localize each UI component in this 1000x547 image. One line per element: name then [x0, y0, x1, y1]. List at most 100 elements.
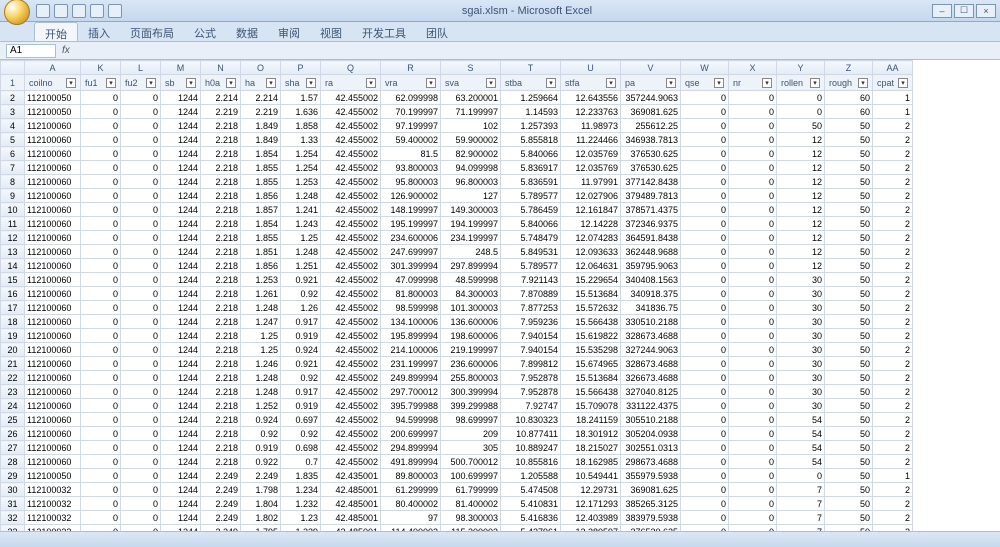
- filter-vra[interactable]: vra▾: [381, 75, 441, 91]
- cell[interactable]: 247.699997: [381, 245, 441, 259]
- cell[interactable]: 30: [777, 301, 825, 315]
- cell[interactable]: 42.455002: [321, 147, 381, 161]
- cell[interactable]: 42.455002: [321, 273, 381, 287]
- cell[interactable]: 0: [121, 133, 161, 147]
- cell[interactable]: 0: [729, 119, 777, 133]
- cell[interactable]: 1244: [161, 469, 201, 483]
- col-header-S[interactable]: S: [441, 61, 501, 75]
- cell[interactable]: 12: [777, 175, 825, 189]
- cell[interactable]: 0: [121, 357, 161, 371]
- cell[interactable]: 42.455002: [321, 231, 381, 245]
- filter-fu2[interactable]: fu2▾: [121, 75, 161, 91]
- cell[interactable]: 0: [81, 301, 121, 315]
- cell[interactable]: 0: [729, 413, 777, 427]
- cell[interactable]: 2: [873, 427, 913, 441]
- row-header[interactable]: 12: [1, 231, 25, 245]
- cell[interactable]: 395.799988: [381, 399, 441, 413]
- cell[interactable]: 1244: [161, 441, 201, 455]
- cell[interactable]: 50: [825, 301, 873, 315]
- cell[interactable]: 0: [729, 469, 777, 483]
- cell[interactable]: 30: [777, 385, 825, 399]
- cell[interactable]: 50: [825, 175, 873, 189]
- filter-qse[interactable]: qse▾: [681, 75, 729, 91]
- cell[interactable]: 2.214: [201, 91, 241, 105]
- cell[interactable]: 2.218: [201, 427, 241, 441]
- col-header-A[interactable]: A: [25, 61, 81, 75]
- cell[interactable]: 0: [681, 455, 729, 469]
- cell[interactable]: 0: [121, 343, 161, 357]
- cell[interactable]: 42.455002: [321, 329, 381, 343]
- cell[interactable]: 0: [681, 483, 729, 497]
- cell[interactable]: 1244: [161, 217, 201, 231]
- cell[interactable]: 1244: [161, 399, 201, 413]
- cell[interactable]: 2.218: [201, 231, 241, 245]
- cell[interactable]: 0.919: [281, 399, 321, 413]
- cell[interactable]: 98.300003: [441, 511, 501, 525]
- cell[interactable]: 195.899994: [381, 329, 441, 343]
- cell[interactable]: 50: [825, 343, 873, 357]
- cell[interactable]: 0: [681, 259, 729, 273]
- cell[interactable]: 1244: [161, 175, 201, 189]
- filter-dropdown-icon[interactable]: ▾: [898, 78, 908, 88]
- cell[interactable]: 54: [777, 455, 825, 469]
- cell[interactable]: 0: [81, 273, 121, 287]
- cell[interactable]: 5.855818: [501, 133, 561, 147]
- cell[interactable]: 1.253: [281, 175, 321, 189]
- cell[interactable]: 195.199997: [381, 217, 441, 231]
- cell[interactable]: 112100050: [25, 105, 81, 119]
- cell[interactable]: 112100060: [25, 371, 81, 385]
- name-box[interactable]: A1: [6, 44, 56, 58]
- cell[interactable]: 127: [441, 189, 501, 203]
- col-header-Y[interactable]: Y: [777, 61, 825, 75]
- table-row[interactable]: 311121000320012442.2491.8041.23242.48500…: [1, 497, 913, 511]
- col-header-O[interactable]: O: [241, 61, 281, 75]
- cell[interactable]: 2.218: [201, 217, 241, 231]
- cell[interactable]: 2: [873, 399, 913, 413]
- cell[interactable]: 12.035769: [561, 147, 621, 161]
- cell[interactable]: 15.674965: [561, 357, 621, 371]
- row-header[interactable]: 27: [1, 441, 25, 455]
- cell[interactable]: 30: [777, 315, 825, 329]
- cell[interactable]: 112100060: [25, 329, 81, 343]
- cell[interactable]: 0: [81, 371, 121, 385]
- cell[interactable]: 112100060: [25, 427, 81, 441]
- cell[interactable]: 369081.625: [621, 483, 681, 497]
- cell[interactable]: 1.854: [241, 147, 281, 161]
- cell[interactable]: 2.218: [201, 259, 241, 273]
- col-header-U[interactable]: U: [561, 61, 621, 75]
- table-row[interactable]: 191121000600012442.2181.250.91942.455002…: [1, 329, 913, 343]
- cell[interactable]: 1244: [161, 119, 201, 133]
- row-header[interactable]: 5: [1, 133, 25, 147]
- cell[interactable]: 0: [681, 147, 729, 161]
- cell[interactable]: 12.074283: [561, 231, 621, 245]
- filter-dropdown-icon[interactable]: ▾: [366, 78, 376, 88]
- ribbon-tab-3[interactable]: 公式: [184, 22, 226, 41]
- cell[interactable]: 42.455002: [321, 357, 381, 371]
- cell[interactable]: 0: [81, 357, 121, 371]
- cell[interactable]: 5.748479: [501, 231, 561, 245]
- cell[interactable]: 50: [825, 231, 873, 245]
- filter-stba[interactable]: stba▾: [501, 75, 561, 91]
- cell[interactable]: 11.224466: [561, 133, 621, 147]
- cell[interactable]: 15.566438: [561, 315, 621, 329]
- filter-ra[interactable]: ra▾: [321, 75, 381, 91]
- table-row[interactable]: 221121000600012442.2181.2480.9242.455002…: [1, 371, 913, 385]
- cell[interactable]: 357244.9063: [621, 91, 681, 105]
- cell[interactable]: 12.29731: [561, 483, 621, 497]
- cell[interactable]: 0: [729, 217, 777, 231]
- cell[interactable]: 0.698: [281, 441, 321, 455]
- cell[interactable]: 249.899994: [381, 371, 441, 385]
- cell[interactable]: 2.218: [201, 441, 241, 455]
- filter-dropdown-icon[interactable]: ▾: [486, 78, 496, 88]
- cell[interactable]: 1: [873, 91, 913, 105]
- row-header[interactable]: 8: [1, 175, 25, 189]
- cell[interactable]: 1.855: [241, 175, 281, 189]
- cell[interactable]: 209: [441, 427, 501, 441]
- cell[interactable]: 0: [81, 329, 121, 343]
- cell[interactable]: 50: [825, 497, 873, 511]
- cell[interactable]: 50: [777, 119, 825, 133]
- cell[interactable]: 2: [873, 259, 913, 273]
- cell[interactable]: 112100060: [25, 133, 81, 147]
- cell[interactable]: 0: [681, 441, 729, 455]
- cell[interactable]: 0: [729, 203, 777, 217]
